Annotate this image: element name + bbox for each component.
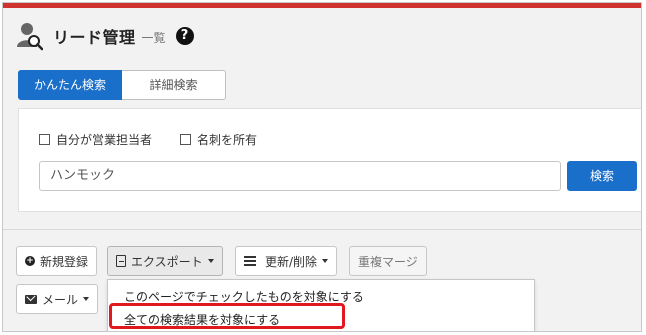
page-header: リード管理 一覧 ? — [17, 21, 194, 51]
page-title: リード管理 — [53, 28, 136, 47]
update-delete-dropdown-button[interactable]: 更新/削除 — [235, 246, 338, 276]
search-panel: 自分が営業担当者 名刺を所有 ハンモック 検索 — [18, 108, 641, 212]
new-register-button[interactable]: + 新規登録 — [16, 246, 98, 276]
tab-advanced-search[interactable]: 詳細検索 — [122, 70, 226, 100]
plus-circle-icon: + — [25, 256, 35, 266]
app-frame: リード管理 一覧 ? かんたん検索 詳細検索 自分が営業担当者 名刺を所有 ハン… — [2, 2, 642, 332]
chevron-down-icon — [322, 259, 329, 263]
mail-label: メール — [42, 292, 79, 307]
export-label: エクスポート — [131, 254, 203, 269]
checkbox-box[interactable] — [39, 134, 50, 145]
list-icon — [244, 256, 256, 266]
checkbox-sales-owner-label: 自分が営業担当者 — [56, 133, 153, 147]
top-accent-bar — [3, 3, 641, 8]
section-divider — [3, 229, 641, 230]
envelope-icon — [25, 294, 37, 304]
checkbox-sales-owner[interactable]: 自分が営業担当者 — [39, 131, 152, 148]
duplicate-merge-button[interactable]: 重複マージ — [349, 246, 427, 276]
search-mode-tabs: かんたん検索 詳細検索 — [18, 70, 226, 100]
filter-checkboxes: 自分が営業担当者 名刺を所有 — [39, 131, 285, 148]
user-search-icon — [17, 21, 44, 51]
page-subtitle: 一覧 — [141, 30, 166, 45]
document-icon — [116, 255, 126, 267]
export-dropdown-button[interactable]: エクスポート — [107, 246, 223, 276]
new-register-label: 新規登録 — [40, 254, 89, 269]
duplicate-merge-label: 重複マージ — [358, 254, 418, 269]
annotation-highlight-box — [109, 303, 345, 329]
checkbox-box[interactable] — [180, 134, 192, 145]
checkbox-business-card[interactable]: 名刺を所有 — [180, 131, 257, 148]
help-circle-icon[interactable]: ? — [175, 27, 194, 45]
checkbox-business-card-label: 名刺を所有 — [197, 133, 258, 147]
search-input[interactable]: ハンモック — [39, 161, 561, 191]
mail-dropdown-button[interactable]: メール — [16, 284, 99, 314]
search-button[interactable]: 検索 — [567, 161, 637, 191]
chevron-down-icon — [83, 297, 90, 301]
chevron-down-icon — [207, 259, 214, 263]
tab-simple-search[interactable]: かんたん検索 — [18, 70, 122, 100]
update-delete-label: 更新/削除 — [265, 254, 318, 269]
